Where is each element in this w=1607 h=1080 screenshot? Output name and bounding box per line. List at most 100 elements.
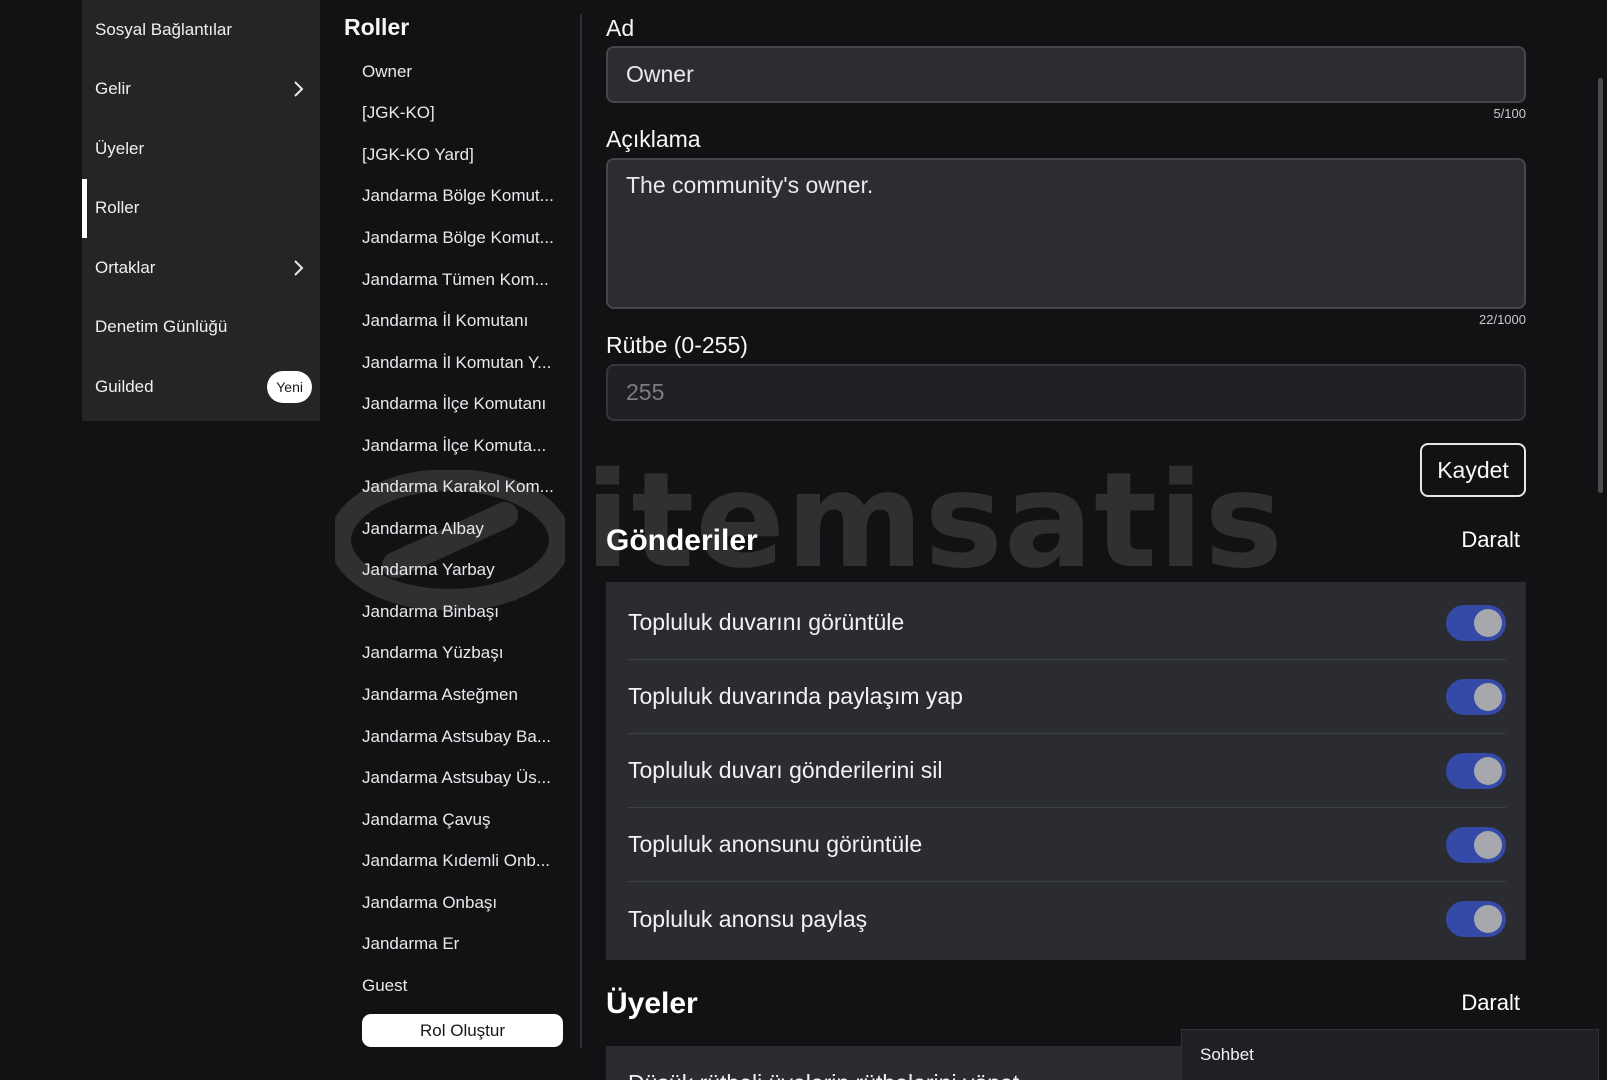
role-label: Jandarma Binbaşı [362, 601, 500, 621]
permission-label: Topluluk duvarı gönderilerini sil [628, 757, 943, 783]
role-label: Jandarma Karakol Kom... [362, 477, 554, 497]
create-role-button[interactable]: Rol Oluştur [362, 1014, 563, 1047]
settings-sidebar: Sosyal Bağlantılar Gelir Üyeler Roller O… [82, 0, 320, 421]
toggle-knob [1474, 905, 1502, 933]
sidebar-item-partners[interactable]: Ortaklar [82, 238, 320, 298]
permission-toggle[interactable] [1446, 901, 1506, 937]
roles-list: Owner [JGK-KO] [JGK-KO Yard] Jandarma Bö… [362, 51, 566, 1007]
sidebar-item-label: Gelir [95, 79, 131, 99]
permission-label: Topluluk duvarını görüntüle [628, 609, 905, 635]
permission-row: Topluluk duvarı gönderilerini sil [628, 734, 1506, 808]
role-label: Jandarma Astsubay Üs... [362, 768, 551, 788]
role-label: Jandarma Bölge Komut... [362, 227, 554, 247]
permission-label: Düşük rütbeli üyelerin rütbelerini yönet [628, 1070, 1019, 1080]
role-label: Jandarma Çavuş [362, 809, 491, 829]
role-label: Jandarma Asteğmen [362, 684, 518, 704]
role-item[interactable]: Jandarma İl Komutanı [362, 300, 566, 342]
role-label: Jandarma İl Komutanı [362, 311, 529, 331]
role-item[interactable]: Jandarma Bölge Komut... [362, 217, 566, 259]
save-button[interactable]: Kaydet [1420, 443, 1526, 497]
role-item[interactable]: Jandarma Bölge Komut... [362, 176, 566, 218]
role-label: Jandarma İlçe Komuta... [362, 435, 547, 455]
description-label: Açıklama [606, 126, 701, 152]
role-label: Owner [362, 61, 413, 81]
members-section-title: Üyeler [606, 987, 698, 1020]
chevron-right-icon [294, 260, 304, 276]
sidebar-item-roles[interactable]: Roller [82, 178, 320, 239]
permission-toggle[interactable] [1446, 678, 1506, 715]
name-label: Ad [606, 15, 635, 41]
sidebar-item-audit-log[interactable]: Denetim Günlüğü [82, 298, 320, 358]
role-item[interactable]: Jandarma Albay [362, 508, 566, 550]
role-item[interactable]: Jandarma İl Komutan Y... [362, 342, 566, 384]
sidebar-item-guilded[interactable]: Guilded Yeni [82, 357, 320, 417]
description-counter: 22/1000 [1479, 312, 1526, 327]
rank-label: Rütbe (0-255) [606, 332, 748, 358]
sidebar-item-members[interactable]: Üyeler [82, 119, 320, 179]
role-label: Jandarma İlçe Komutanı [362, 394, 547, 414]
role-label: Jandarma Astsubay Ba... [362, 726, 551, 746]
permission-toggle[interactable] [1446, 752, 1506, 789]
toggle-knob [1474, 756, 1502, 785]
new-badge: Yeni [267, 370, 312, 403]
role-label: Guest [362, 975, 408, 995]
permission-label: Topluluk anonsunu görüntüle [628, 831, 923, 857]
chat-bar[interactable]: Sohbet [1181, 1029, 1599, 1080]
permission-label: Topluluk anonsu paylaş [628, 905, 868, 932]
sidebar-item-label: Ortaklar [95, 257, 156, 277]
sidebar-item-label: Üyeler [95, 138, 145, 158]
toggle-knob [1474, 830, 1502, 859]
role-item[interactable]: Jandarma Astsubay Üs... [362, 757, 566, 799]
permission-row: Topluluk duvarında paylaşım yap [628, 660, 1506, 734]
chevron-right-icon [294, 81, 304, 97]
role-editor: Ad 5/100 Açıklama The community's owner.… [606, 0, 1526, 1080]
permission-row: Topluluk duvarını görüntüle [628, 586, 1506, 660]
role-item[interactable]: Jandarma Er [362, 923, 566, 965]
role-item[interactable]: [JGK-KO Yard] [362, 134, 566, 176]
role-item[interactable]: Jandarma Yarbay [362, 550, 566, 592]
role-item[interactable]: Guest [362, 965, 566, 1007]
chat-label: Sohbet [1200, 1045, 1254, 1064]
role-label: Jandarma Kıdemli Onb... [362, 851, 551, 871]
role-item[interactable]: Jandarma İlçe Komutanı [362, 383, 566, 425]
role-item[interactable]: [JGK-KO] [362, 93, 566, 135]
members-collapse-button[interactable]: Daralt [1461, 990, 1520, 1016]
role-label: Jandarma Tümen Kom... [362, 269, 549, 289]
role-item[interactable]: Jandarma Asteğmen [362, 674, 566, 716]
role-item[interactable]: Jandarma Yüzbaşı [362, 633, 566, 675]
permission-toggle[interactable] [1446, 826, 1506, 863]
role-item[interactable]: Owner [362, 51, 566, 93]
role-item[interactable]: Jandarma Karakol Kom... [362, 466, 566, 508]
sidebar-item-label: Sosyal Bağlantılar [95, 19, 233, 39]
role-label: Jandarma Er [362, 934, 460, 954]
role-item[interactable]: Jandarma Onbaşı [362, 882, 566, 924]
permission-row: Topluluk anonsu paylaş [628, 882, 1506, 956]
sidebar-item-revenue[interactable]: Gelir [82, 60, 320, 120]
permission-toggle[interactable] [1446, 604, 1506, 641]
role-item[interactable]: Jandarma Çavuş [362, 799, 566, 841]
sidebar-item-label: Roller [95, 198, 140, 218]
role-label: Jandarma İl Komutan Y... [362, 352, 552, 372]
roles-panel: Roller Owner [JGK-KO] [JGK-KO Yard] Jand… [343, 0, 580, 1080]
role-label: Jandarma Yarbay [362, 560, 495, 580]
role-label: Jandarma Yüzbaşı [362, 643, 504, 663]
sidebar-item-social-links[interactable]: Sosyal Bağlantılar [82, 0, 320, 60]
role-item[interactable]: Jandarma Tümen Kom... [362, 259, 566, 301]
role-label: [JGK-KO Yard] [362, 144, 474, 164]
role-item[interactable]: Jandarma Kıdemli Onb... [362, 840, 566, 882]
permission-row: Topluluk anonsunu görüntüle [628, 808, 1506, 882]
permission-label: Topluluk duvarında paylaşım yap [628, 683, 963, 709]
role-label: Jandarma Onbaşı [362, 892, 498, 912]
description-textarea[interactable]: The community's owner. [606, 158, 1526, 309]
posts-section-title: Gönderiler [606, 524, 758, 557]
column-divider [580, 14, 582, 1048]
name-input[interactable] [606, 46, 1526, 103]
role-item[interactable]: Jandarma Astsubay Ba... [362, 716, 566, 758]
page-scrollbar[interactable] [1598, 78, 1603, 493]
sidebar-item-label: Denetim Günlüğü [95, 317, 228, 337]
role-item[interactable]: Jandarma Binbaşı [362, 591, 566, 633]
toggle-knob [1474, 608, 1502, 637]
posts-collapse-button[interactable]: Daralt [1461, 527, 1520, 553]
role-item[interactable]: Jandarma İlçe Komuta... [362, 425, 566, 467]
role-label: Jandarma Bölge Komut... [362, 186, 554, 206]
